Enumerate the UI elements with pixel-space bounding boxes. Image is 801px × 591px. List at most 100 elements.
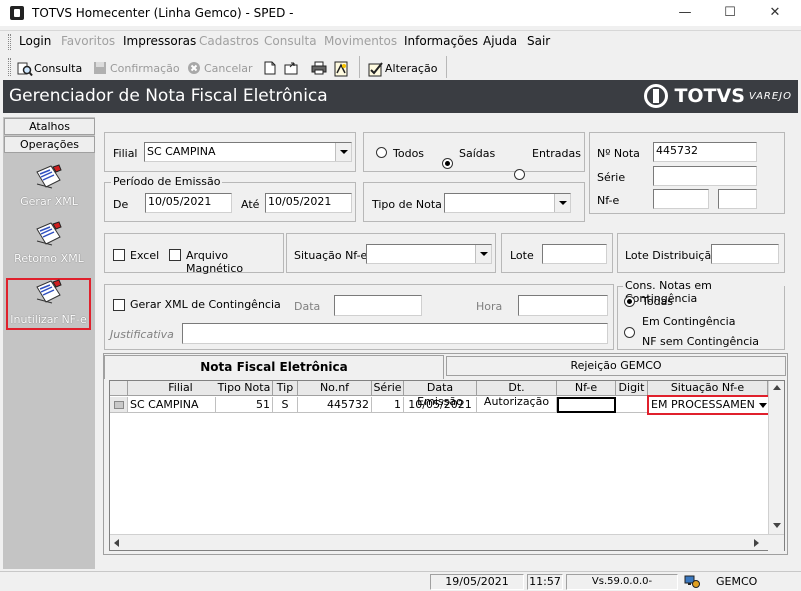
nf-sem-contingencia-label: NF sem Contingência [642, 335, 760, 348]
lote-input[interactable] [542, 244, 607, 264]
cancelar-button[interactable]: Cancelar [187, 59, 253, 77]
cell-tip[interactable]: S [273, 397, 298, 413]
menu-consulta[interactable]: Consulta [264, 34, 317, 48]
tipo-nota-select[interactable] [444, 193, 571, 213]
gerar-xml-button[interactable]: Gerar XML [3, 164, 95, 216]
cell-serie[interactable]: 1 [372, 397, 404, 413]
cell-no-nf[interactable]: 445732 [298, 397, 372, 413]
scroll-left-icon[interactable] [114, 539, 119, 547]
printer-icon [311, 61, 327, 75]
tab-nota-fiscal-eletronica[interactable]: Nota Fiscal Eletrônica [104, 355, 444, 379]
col-no-nf[interactable]: No.nf [298, 381, 372, 396]
window-title: TOTVS Homecenter (Linha Gemco) - SPED - [32, 6, 294, 20]
grid-horizontal-scrollbar[interactable] [110, 534, 784, 551]
col-tipo-nota[interactable]: Tipo Nota [216, 381, 273, 396]
radio-todas[interactable] [624, 296, 635, 307]
new-document-button[interactable] [263, 59, 277, 77]
menu-cadastros[interactable]: Cadastros [199, 34, 259, 48]
confirmacao-button[interactable]: Confirmação [93, 59, 180, 77]
menu-informacoes[interactable]: Informações [404, 34, 478, 48]
cell-digit[interactable] [616, 397, 648, 413]
lote-distribuicao-input[interactable] [711, 244, 779, 264]
col-situacao-nfe[interactable]: Situação Nf-e [648, 381, 768, 396]
consulta-button[interactable]: Consulta [17, 59, 82, 77]
menu-grip [8, 34, 11, 50]
col-tip[interactable]: Tip [273, 381, 298, 396]
nfe-digit-input[interactable] [718, 189, 757, 209]
situacao-group: Situação Nf-e [286, 233, 496, 273]
radio-todos[interactable] [376, 147, 387, 158]
menu-login[interactable]: Login [19, 34, 51, 48]
periodo-legend: Período de Emissão [111, 175, 223, 188]
cell-filial[interactable]: SC CAMPINA [128, 397, 216, 413]
nfe-input[interactable] [653, 189, 709, 209]
report-button[interactable] [333, 59, 348, 77]
serie-input[interactable] [653, 166, 757, 186]
scroll-down-icon[interactable] [773, 523, 781, 528]
chevron-down-icon[interactable] [475, 245, 491, 263]
lote-distribuicao-label: Lote Distribuição [625, 249, 718, 262]
cell-data-emissao[interactable]: 10/05/2021 [404, 397, 477, 413]
contingencia-checkbox[interactable] [113, 299, 125, 311]
col-digit[interactable]: Digit [616, 381, 648, 396]
print-button[interactable] [311, 59, 327, 77]
data-input[interactable] [334, 295, 422, 316]
scroll-up-icon[interactable] [773, 385, 781, 390]
menu-impressoras[interactable]: Impressoras [123, 34, 196, 48]
app-icon [10, 6, 24, 20]
alteracao-button[interactable]: Alteração [368, 59, 437, 77]
page-header: Gerenciador de Nota Fiscal Eletrônica TO… [3, 80, 798, 113]
nfe-grid: Filial Tipo Nota Tip No.nf Série Data Em… [109, 380, 785, 551]
cell-nfe[interactable] [557, 397, 616, 413]
export-button[interactable] [284, 59, 298, 77]
inutilizar-nfe-button[interactable]: Inutilizar NF-e [6, 278, 91, 330]
close-button[interactable]: ✕ [752, 0, 798, 26]
cell-dt-autorizacao[interactable] [477, 397, 557, 413]
menu-favoritos[interactable]: Favoritos [61, 34, 115, 48]
col-data-emissao[interactable]: Data Emissão [404, 381, 477, 408]
row-indicator-icon [114, 401, 124, 409]
ate-input[interactable]: 10/05/2021 [265, 193, 352, 213]
radio-saidas[interactable] [442, 158, 453, 169]
menu-movimentos[interactable]: Movimentos [324, 34, 397, 48]
radio-entradas[interactable] [514, 169, 525, 180]
col-serie[interactable]: Série [372, 381, 404, 396]
scroll-right-icon[interactable] [754, 539, 759, 547]
arquivo-magnetico-checkbox[interactable] [169, 249, 181, 261]
radio-em-contingencia[interactable] [624, 327, 635, 338]
tab-rejeicao-gemco[interactable]: Rejeição GEMCO [446, 356, 786, 376]
alteracao-label: Alteração [385, 61, 438, 75]
cell-situacao-dropdown[interactable]: EM PROCESSAMEN [647, 395, 771, 415]
entradas-label: Entradas [532, 147, 581, 160]
menu-ajuda[interactable]: Ajuda [483, 34, 517, 48]
col-nfe[interactable]: Nf-e [557, 381, 616, 396]
filial-select[interactable]: SC CAMPINA [144, 142, 352, 162]
status-time: 11:57 [527, 574, 563, 590]
situacao-select[interactable] [366, 244, 492, 264]
edit-icon [368, 61, 383, 77]
justificativa-input[interactable] [182, 323, 608, 344]
chevron-down-icon[interactable] [759, 402, 767, 408]
excel-checkbox[interactable] [113, 249, 125, 261]
numero-nota-input[interactable]: 445732 [653, 142, 757, 162]
brand-subname: VAREJO [748, 90, 792, 102]
menu-bar: Login Favoritos Impressoras Cadastros Co… [0, 30, 801, 52]
cell-tipo-nota[interactable]: 51 [216, 397, 273, 413]
col-dt-autorizacao[interactable]: Dt. Autorização [477, 381, 557, 408]
maximize-button[interactable]: ☐ [707, 0, 753, 26]
chevron-down-icon[interactable] [335, 143, 351, 161]
sidebar-tab-atalhos[interactable]: Atalhos [4, 118, 95, 135]
chevron-down-icon[interactable] [554, 194, 570, 212]
sidebar-tab-operacoes[interactable]: Operações [4, 136, 95, 153]
toolbar-grip [8, 58, 11, 76]
row-selector[interactable] [110, 397, 128, 413]
hora-input[interactable] [518, 295, 608, 316]
grid-vertical-scrollbar[interactable] [768, 381, 784, 550]
retorno-xml-button[interactable]: Retorno XML [3, 221, 95, 273]
de-input[interactable]: 10/05/2021 [145, 193, 232, 213]
toolbar-separator [359, 56, 360, 78]
minimize-button[interactable]: — [662, 0, 708, 26]
network-icon [684, 575, 700, 589]
menu-sair[interactable]: Sair [527, 34, 550, 48]
nota-group: Nº Nota 445732 Série Nf-e [589, 132, 785, 214]
